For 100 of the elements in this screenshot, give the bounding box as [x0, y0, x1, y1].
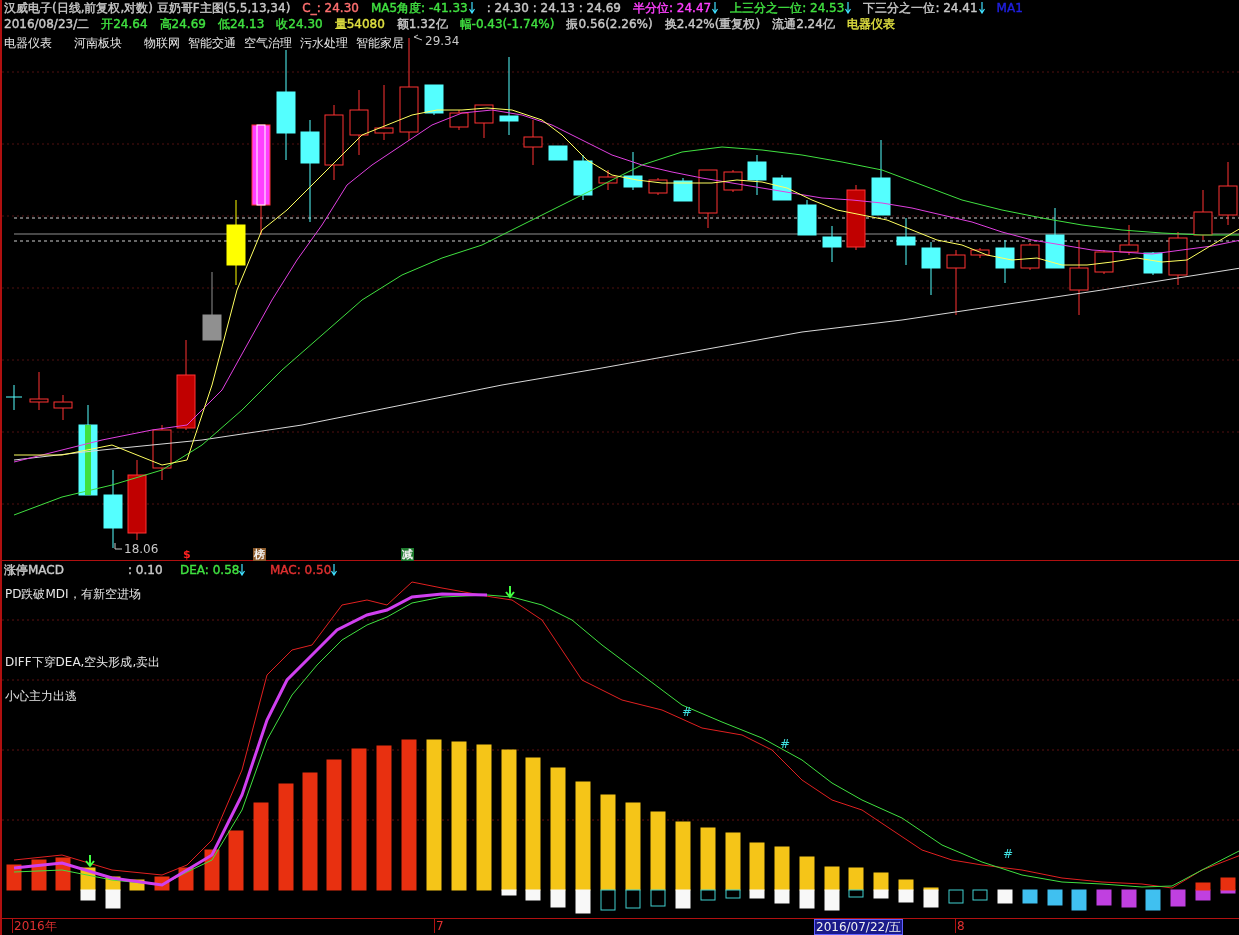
quote-readout: 高24.69 [159, 17, 206, 31]
indicator-readout: 涨停MACD [4, 562, 64, 577]
histogram-bar [129, 879, 145, 891]
signal-note: PD跌破MDI，有新空进场 [5, 586, 141, 603]
candlestick [548, 145, 568, 161]
cross-mark: # [682, 706, 693, 718]
candlestick [747, 154, 767, 196]
candlestick [449, 109, 469, 131]
candlestick [846, 184, 866, 251]
sector-tag: 河南板块 [74, 35, 122, 52]
high-price-label: 29.34 [425, 34, 460, 48]
candlestick [1193, 189, 1213, 241]
candlestick [202, 271, 222, 341]
sector-tag: 物联网 [144, 35, 180, 52]
histogram-bar [1195, 889, 1211, 901]
candlestick [1168, 231, 1188, 286]
date-label: 7 [434, 919, 445, 933]
quote-readout: 量54080 [334, 17, 385, 31]
quote-readout: 振0.56(2.26%) [566, 17, 653, 31]
candlestick [1119, 224, 1139, 256]
candlestick [673, 177, 693, 202]
quote-readout: C_: 24.30 [302, 1, 359, 15]
indicator-readout: DEA: 0.58 [180, 562, 240, 577]
histogram-bar [1195, 882, 1211, 891]
histogram-bar [898, 879, 914, 891]
candlestick [152, 424, 172, 481]
candlestick [797, 199, 817, 236]
quote-readout: 额1.32亿 [396, 17, 448, 31]
candlestick [822, 225, 842, 263]
indicator-readout: MAC: 0.50 [270, 562, 332, 577]
histogram-bar [948, 889, 964, 904]
signal-mark: 榜 [253, 548, 266, 561]
candlestick [896, 217, 916, 266]
date-label: 8 [955, 919, 966, 933]
quote-readout: MA1 [996, 1, 1023, 15]
histogram-bar [1170, 889, 1186, 907]
histogram-bar [824, 889, 840, 911]
cross-mark: # [780, 738, 791, 750]
quote-readout: 流通2.24亿 [772, 17, 835, 31]
quote-readout: 开24.64 [101, 17, 148, 31]
quote-readout: : 24.30 : 24.13 : 24.69 [486, 1, 621, 15]
signal-note: DIFF下穿DEA,空头形成,卖出 [5, 654, 161, 671]
histogram-bar [105, 889, 121, 909]
candlestick [573, 154, 593, 201]
down-arrow-icon [505, 585, 515, 599]
candlestick [1094, 249, 1114, 275]
indicator-readout: : 0.10 [128, 562, 163, 577]
candlestick [921, 241, 941, 296]
cross-mark: # [1003, 848, 1014, 860]
histogram-bar [228, 830, 244, 891]
histogram-bar [1071, 889, 1087, 911]
candlestick [698, 169, 718, 229]
histogram-bar [6, 864, 22, 891]
date-label: 2016年 [12, 919, 58, 933]
histogram-bar [997, 889, 1013, 904]
histogram-bar [1047, 889, 1063, 906]
signal-mark: 减 [401, 548, 414, 561]
quote-readout: 低24.13 [217, 17, 265, 31]
date-label: 2016/07/22/五 [814, 919, 904, 935]
signal-note: 小心主力出逃 [5, 688, 77, 705]
sector-tag: 空气治理 [244, 35, 292, 52]
quote-readout: 换2.42%(重复权) [664, 17, 761, 31]
candlestick [598, 169, 618, 191]
quote-readout: MA5角度: -41.33 [370, 1, 468, 15]
leader-line [413, 34, 423, 41]
quote-readout: 收24.30 [276, 17, 323, 31]
candlestick [29, 371, 49, 411]
candlestick [1045, 207, 1065, 269]
quote-readout: 2016/08/23/二 [4, 17, 90, 31]
candlestick [523, 119, 543, 166]
histogram-bar [1121, 889, 1137, 908]
sector-tag: 智能家居 [356, 35, 404, 52]
leader-line [114, 542, 123, 550]
quote-readout: 汉威电子(日线,前复权,对数) 豆奶哥F主图(5,5,13,34) [4, 1, 291, 15]
quote-readout: 幅-0.43(-1.74%) [459, 17, 555, 31]
candlestick [349, 89, 369, 156]
histogram-bar [1096, 889, 1112, 906]
candlestick [474, 104, 494, 139]
candlestick [946, 249, 966, 316]
candlestick [374, 84, 394, 141]
candlestick [53, 394, 73, 421]
sector-tag: 智能交通 [188, 35, 236, 52]
candlestick [995, 239, 1015, 284]
histogram-bar [972, 889, 988, 901]
histogram-bar [1145, 889, 1161, 911]
candlestick [1020, 242, 1040, 271]
candlestick [424, 84, 444, 116]
quote-readout: 半分位: 24.47 [632, 1, 712, 15]
sector-tag: 污水处理 [300, 35, 348, 52]
sector-tag: 电器仪表 [4, 35, 52, 52]
histogram-bar [824, 866, 840, 891]
low-price-label: 18.06 [124, 542, 159, 556]
down-arrow-icon [85, 854, 95, 868]
signal-mark: $ [182, 548, 192, 561]
candlestick [970, 247, 990, 259]
quote-readout: 下三分之一位: 24.41 [863, 1, 978, 15]
histogram-bar [1022, 889, 1038, 904]
candlestick [623, 151, 643, 191]
quote-readout: 上三分之一位: 24.53 [730, 1, 845, 15]
candlestick [5, 384, 23, 411]
